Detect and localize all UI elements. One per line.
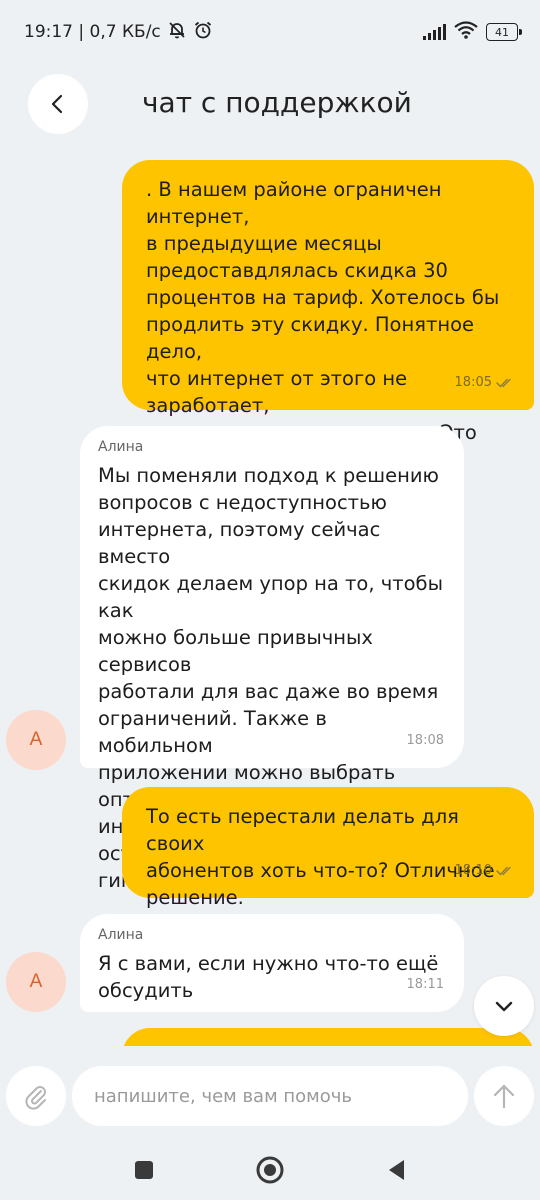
triangle-back-icon: [389, 1160, 404, 1180]
message-input[interactable]: [72, 1066, 468, 1126]
paperclip-icon: [25, 1086, 46, 1110]
message-time: 18:05: [454, 375, 492, 390]
system-nav-bar: [0, 1140, 540, 1200]
chevron-left-icon: [51, 94, 63, 114]
double-check-icon: [496, 866, 511, 876]
chevron-down-icon: [495, 1001, 513, 1012]
home-circle-icon: [256, 1156, 284, 1184]
message-incoming[interactable]: Алина Я с вами, если нужно что-то ещё об…: [80, 914, 464, 1012]
avatar: А: [6, 952, 66, 1012]
message-meta: 18:10: [455, 857, 514, 884]
signal-icon: [423, 24, 446, 40]
message-time: 18:10: [454, 863, 492, 878]
wifi-icon: [454, 20, 478, 44]
status-right: 41: [423, 20, 522, 44]
home-button[interactable]: [254, 1154, 286, 1186]
composer: [0, 1046, 540, 1140]
message-meta: 18:08: [407, 727, 444, 754]
message-meta: 18:11: [407, 971, 444, 998]
message-meta: 18:05: [455, 369, 514, 396]
battery-level: 41: [495, 25, 509, 39]
message-outgoing[interactable]: . В нашем районе ограничен интернет, в п…: [122, 160, 534, 471]
message-incoming[interactable]: Алина Мы поменяли подход к решению вопро…: [80, 426, 464, 892]
message-time: 18:08: [406, 733, 444, 748]
message-time: 18:11: [406, 977, 444, 992]
scroll-down-button[interactable]: [474, 976, 534, 1036]
status-bar: 19:17 | 0,7 КБ/с 41: [0, 0, 540, 64]
avatar: А: [6, 710, 66, 770]
header: чат с поддержкой: [0, 64, 540, 154]
back-button[interactable]: [28, 74, 88, 134]
double-check-icon: [496, 378, 511, 388]
alarm-icon: [193, 20, 213, 45]
send-button[interactable]: [474, 1066, 534, 1126]
attach-button[interactable]: [6, 1066, 66, 1126]
arrow-up-icon: [493, 1084, 515, 1109]
status-left: 19:17 | 0,7 КБ/с: [24, 20, 213, 45]
back-nav-button[interactable]: [380, 1154, 412, 1186]
status-time-speed: 19:17 | 0,7 КБ/с: [24, 22, 161, 42]
square-icon: [135, 1161, 153, 1179]
battery-icon: 41: [486, 23, 522, 41]
recent-apps-button[interactable]: [128, 1154, 160, 1186]
message-text: Я с вами, если нужно что-то ещё обсудить: [98, 952, 439, 1002]
page-title: чат с поддержкой: [142, 86, 412, 119]
muted-bell-icon: [167, 20, 187, 45]
message-sender: Алина: [98, 927, 144, 943]
message-sender: Алина: [98, 439, 144, 455]
message-outgoing[interactable]: То есть перестали делать для своих абоне…: [122, 787, 534, 909]
